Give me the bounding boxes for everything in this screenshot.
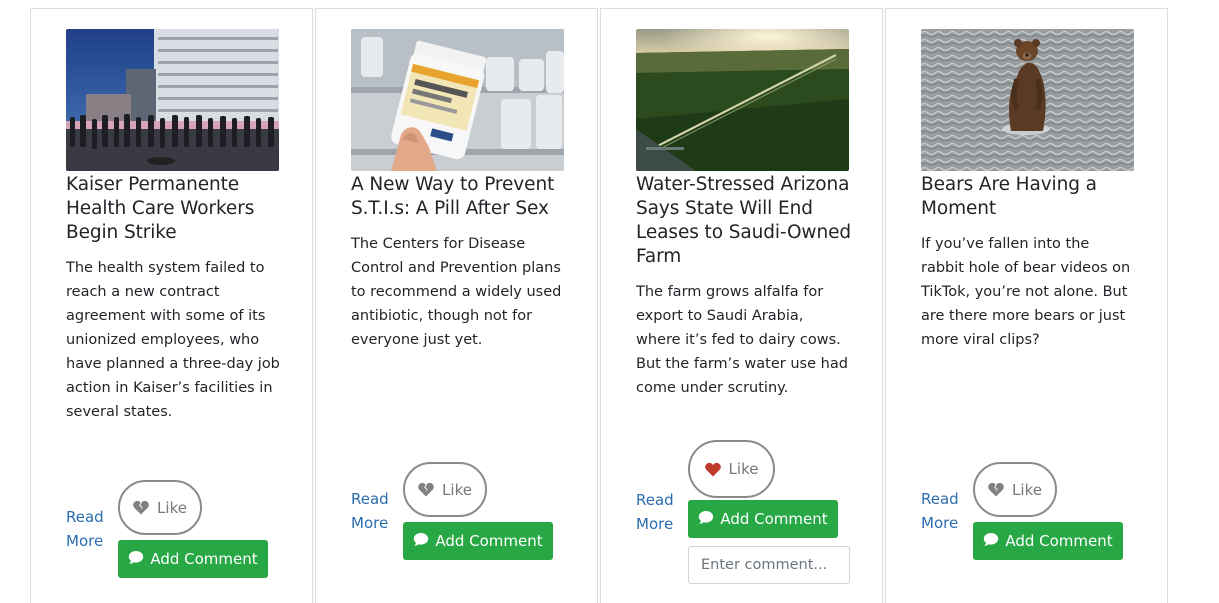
like-button[interactable]: Like [403,462,487,517]
article-image-strike [66,29,279,171]
like-label: Like [728,460,759,478]
comment-icon [128,550,144,569]
article-card-sti-pill: A New Way to Prevent S.T.I.s: A Pill Aft… [315,8,598,603]
comment-icon [698,510,714,529]
article-title: Water-Stressed Arizona Says State Will E… [636,174,852,267]
article-image-bear-river [921,29,1134,171]
comment-icon [983,532,999,551]
read-more-link[interactable]: Read More [351,487,395,535]
like-label: Like [442,480,472,499]
like-button[interactable]: Like [973,462,1057,517]
read-more-link[interactable]: Read More [636,488,680,536]
article-description: The farm grows alfalfa for export to Sau… [636,284,848,396]
article-description: The Centers for Disease Control and Prev… [351,236,562,348]
comment-icon [413,532,429,551]
read-more-link[interactable]: Read More [66,505,110,553]
broken-heart-icon [133,500,149,515]
article-card-arizona-farm: Water-Stressed Arizona Says State Will E… [600,8,883,603]
heart-icon [704,462,721,477]
broken-heart-icon [418,482,434,497]
add-comment-button[interactable]: Add Comment [688,500,838,538]
article-description: If you’ve fallen into the rabbit hole of… [921,236,1131,348]
add-comment-button[interactable]: Add Comment [973,522,1123,560]
add-comment-label: Add Comment [150,550,258,568]
broken-heart-icon [988,482,1004,497]
add-comment-label: Add Comment [435,532,543,550]
article-card-bears: Bears Are Having a Moment If you’ve fall… [885,8,1168,603]
article-image-farm-field [636,29,849,171]
comment-input[interactable] [688,546,850,584]
article-description: The health system failed to reach a new … [66,260,280,420]
article-image-pill-bottle [351,29,564,171]
add-comment-button[interactable]: Add Comment [403,522,553,560]
news-card-grid: Kaiser Permanente Health Care Workers Be… [0,0,1219,603]
read-more-link[interactable]: Read More [921,487,965,535]
like-label: Like [157,498,187,517]
add-comment-button[interactable]: Add Comment [118,540,268,578]
article-title: Kaiser Permanente Health Care Workers Be… [66,174,255,243]
like-button[interactable]: Like [118,480,202,535]
like-button[interactable]: Like [688,440,775,498]
article-title: A New Way to Prevent S.T.I.s: A Pill Aft… [351,174,555,219]
add-comment-label: Add Comment [720,510,828,528]
article-card-kaiser: Kaiser Permanente Health Care Workers Be… [30,8,313,603]
like-label: Like [1012,480,1042,499]
add-comment-label: Add Comment [1005,532,1113,550]
article-title: Bears Are Having a Moment [921,174,1097,219]
